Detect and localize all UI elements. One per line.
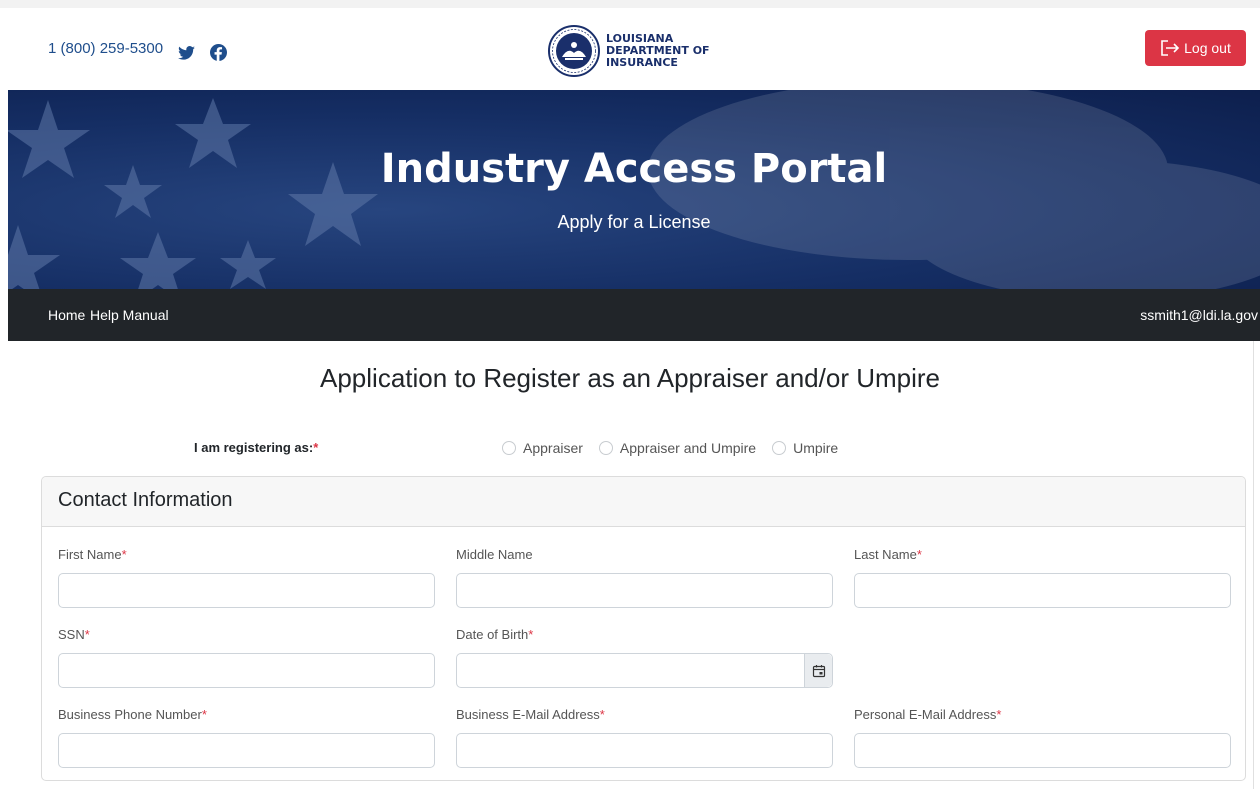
- top-bar: 1 (800) 259-5300 LOUISIANA DEPARTMENT OF…: [0, 0, 1260, 90]
- label-text: SSN: [58, 627, 85, 642]
- label-text: Date of Birth: [456, 627, 529, 642]
- required-mark: *: [201, 707, 207, 722]
- contact-information-card: Contact Information First Name* Middle N…: [41, 476, 1246, 781]
- required-mark: *: [916, 547, 922, 562]
- phone-link[interactable]: 1 (800) 259-5300: [48, 40, 163, 57]
- label-text: Last Name: [854, 547, 917, 562]
- radio-label: Appraiser and Umpire: [619, 440, 757, 456]
- last-name-label: Last Name*: [854, 547, 922, 562]
- logo-line-3: INSURANCE: [606, 56, 678, 69]
- hero-banner: Industry Access Portal Apply for a Licen…: [8, 90, 1260, 289]
- label-text: Business Phone Number: [58, 707, 202, 722]
- ldi-logo[interactable]: LOUISIANA DEPARTMENT OF INSURANCE: [548, 20, 710, 82]
- middle-name-input[interactable]: [456, 573, 833, 608]
- required-mark: *: [313, 440, 319, 455]
- nav-help-manual-link[interactable]: Help Manual: [90, 307, 169, 323]
- registering-as-label: I am registering as:*: [194, 440, 318, 455]
- label-text: Middle Name: [456, 547, 533, 562]
- page-edge: [1253, 341, 1254, 789]
- main-navbar: Home Help Manual ssmith1@ldi.la.gov: [8, 289, 1260, 341]
- radio-appraiser[interactable]: Appraiser: [502, 440, 583, 456]
- ssn-label: SSN*: [58, 627, 90, 642]
- business-phone-input[interactable]: [58, 733, 435, 768]
- radio-appraiser-and-umpire[interactable]: Appraiser and Umpire: [598, 440, 757, 456]
- radio-button[interactable]: [772, 441, 787, 455]
- label-text: First Name: [58, 547, 122, 562]
- page-title: Application to Register as an Appraiser …: [320, 363, 940, 393]
- radio-button[interactable]: [502, 441, 516, 455]
- logout-label: Log out: [1184, 40, 1231, 56]
- hero-title: Industry Access Portal: [380, 146, 888, 192]
- business-phone-label: Business Phone Number*: [58, 707, 207, 722]
- registering-as-text: I am registering as:: [194, 440, 314, 455]
- required-mark: *: [599, 707, 605, 722]
- calendar-icon: [812, 664, 825, 677]
- contact-information-header: Contact Information: [42, 477, 1245, 527]
- radio-label: Umpire: [793, 440, 839, 456]
- middle-name-label: Middle Name: [456, 547, 533, 562]
- personal-email-input[interactable]: [854, 733, 1231, 768]
- business-email-label: Business E-Mail Address*: [456, 707, 605, 722]
- business-email-input[interactable]: [456, 733, 833, 768]
- required-mark: *: [121, 547, 127, 562]
- required-mark: *: [528, 627, 534, 642]
- twitter-icon[interactable]: [178, 46, 195, 60]
- logo-text: LOUISIANA DEPARTMENT OF INSURANCE: [606, 33, 710, 69]
- ssn-input[interactable]: [58, 653, 435, 688]
- label-text: Personal E-Mail Address: [854, 707, 997, 722]
- hero-subtitle: Apply for a License: [557, 212, 711, 232]
- date-of-birth-label: Date of Birth*: [456, 627, 533, 642]
- radio-label: Appraiser: [523, 440, 583, 456]
- logout-button[interactable]: Log out: [1145, 30, 1246, 66]
- first-name-input[interactable]: [58, 573, 435, 608]
- facebook-icon[interactable]: [210, 44, 227, 61]
- last-name-input[interactable]: [854, 573, 1231, 608]
- personal-email-label: Personal E-Mail Address*: [854, 707, 1001, 722]
- state-seal-icon: [548, 25, 600, 77]
- nav-home-link[interactable]: Home: [48, 307, 85, 323]
- first-name-label: First Name*: [58, 547, 127, 562]
- radio-button[interactable]: [598, 441, 613, 455]
- date-of-birth-input[interactable]: [456, 653, 833, 688]
- required-mark: *: [84, 627, 90, 642]
- label-text: Business E-Mail Address: [456, 707, 600, 722]
- radio-umpire[interactable]: Umpire: [772, 440, 838, 456]
- registering-as-radio-group: Appraiser Appraiser and Umpire Umpire: [502, 440, 854, 456]
- required-mark: *: [996, 707, 1002, 722]
- user-email[interactable]: ssmith1@ldi.la.gov: [1140, 307, 1258, 323]
- calendar-button[interactable]: [804, 654, 832, 687]
- logout-icon: [1161, 40, 1180, 56]
